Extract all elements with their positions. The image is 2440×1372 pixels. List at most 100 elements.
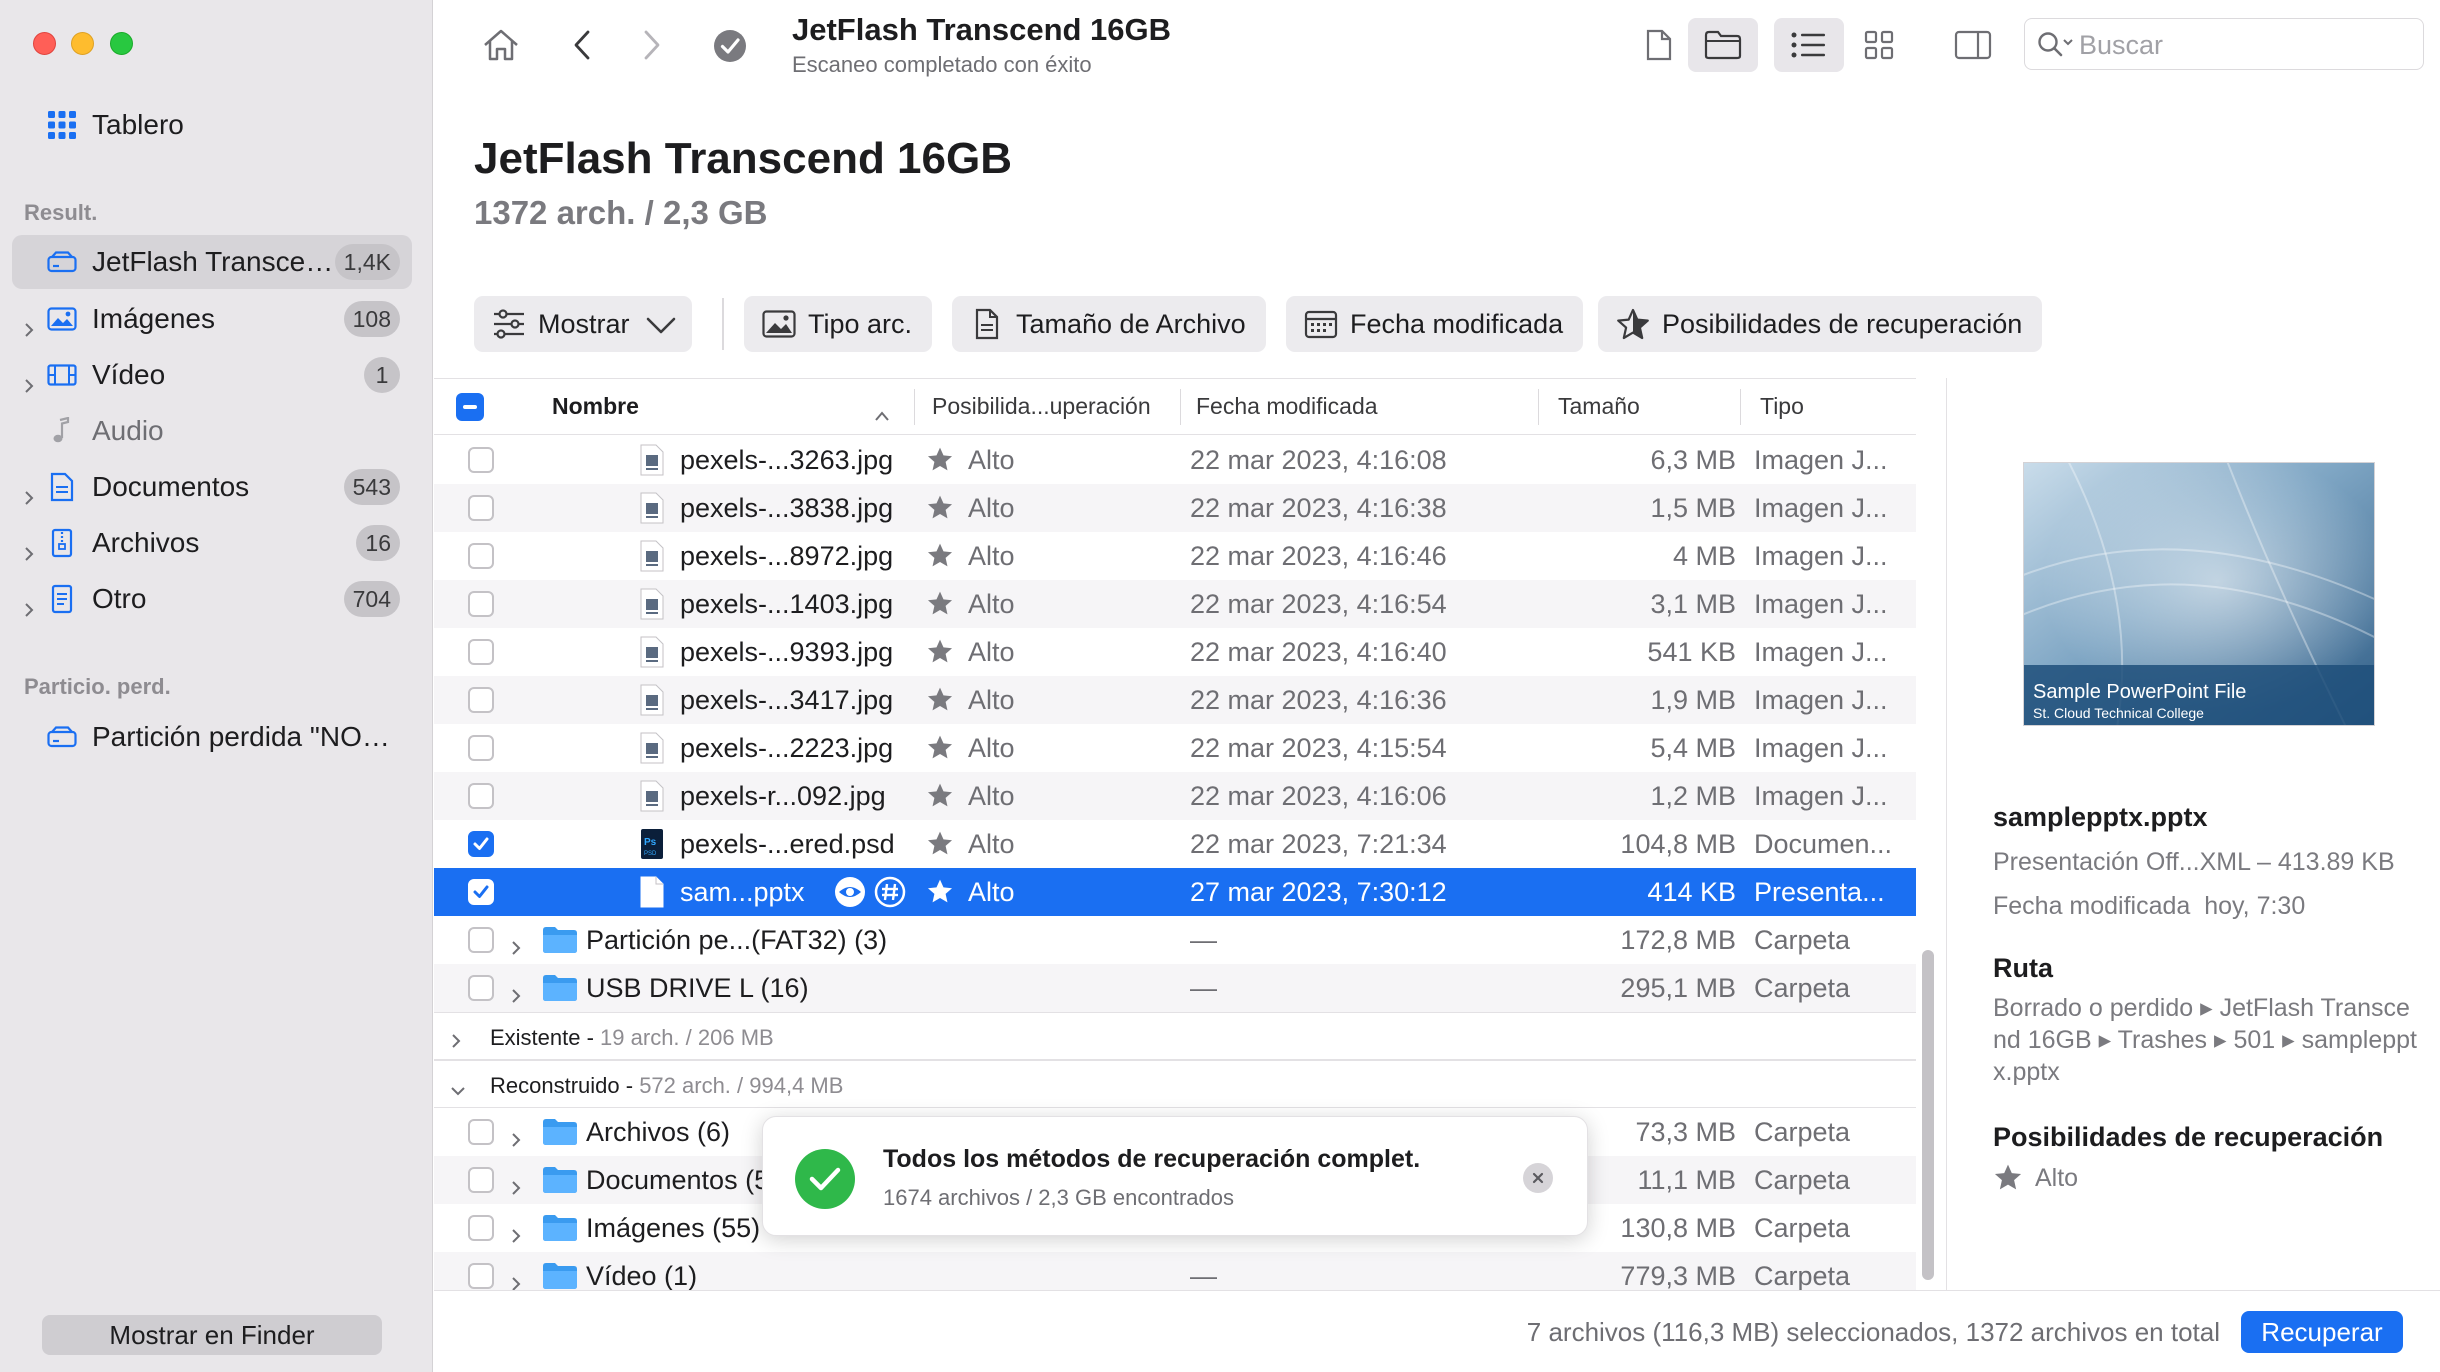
archive-icon bbox=[46, 527, 78, 559]
group-row[interactable]: Existente - 19 arch. / 206 MB bbox=[434, 1012, 1916, 1060]
modified-date: 22 mar 2023, 7:21:34 bbox=[1190, 829, 1447, 859]
row-checkbox[interactable] bbox=[468, 975, 494, 1001]
modified-date: 22 mar 2023, 4:16:54 bbox=[1190, 589, 1447, 619]
search-field[interactable] bbox=[2024, 18, 2424, 70]
table-row[interactable]: pexels-...3838.jpg Alto 22 mar 2023, 4:16:… bbox=[434, 484, 1916, 532]
chevron-right-icon[interactable] bbox=[510, 1220, 522, 1251]
row-checkbox[interactable] bbox=[468, 495, 494, 521]
eye-icon[interactable] bbox=[834, 876, 866, 915]
row-checkbox[interactable] bbox=[468, 1263, 494, 1289]
row-checkbox[interactable] bbox=[468, 831, 494, 857]
hash-icon[interactable] bbox=[874, 876, 906, 915]
table-row[interactable]: pexels-...8972.jpg Alto 22 mar 2023, 4:16:… bbox=[434, 532, 1916, 580]
column-divider bbox=[914, 389, 915, 425]
file-view-icon[interactable] bbox=[1634, 22, 1684, 68]
recover-button[interactable]: Recuperar bbox=[2241, 1311, 2403, 1353]
folder-view-icon[interactable] bbox=[1688, 18, 1758, 72]
sidebar-item-lost-partition[interactable]: Partición perdida "NO NAME" bbox=[12, 710, 412, 764]
row-checkbox[interactable] bbox=[468, 543, 494, 569]
row-checkbox[interactable] bbox=[468, 735, 494, 761]
table-row[interactable]: pexels-...2223.jpg Alto 22 mar 2023, 4:15:… bbox=[434, 724, 1916, 772]
sidebar-item-dashboard[interactable]: Tablero bbox=[12, 98, 412, 152]
chevron-down-icon[interactable] bbox=[450, 1077, 466, 1103]
row-checkbox[interactable] bbox=[468, 1119, 494, 1145]
forward-icon[interactable] bbox=[632, 24, 672, 66]
sidebar-item-label: JetFlash Transcend 16GB bbox=[92, 246, 342, 277]
row-checkbox[interactable] bbox=[468, 783, 494, 809]
column-header-date[interactable]: Fecha modificada bbox=[1196, 393, 1378, 420]
row-checkbox[interactable] bbox=[468, 1167, 494, 1193]
selection-status-text: 7 archivos (116,3 MB) seleccionados, 137… bbox=[1526, 1317, 2220, 1347]
row-checkbox[interactable] bbox=[468, 879, 494, 905]
column-header-recovery[interactable]: Posibilida...uperación bbox=[932, 393, 1151, 420]
sort-ascending-icon[interactable] bbox=[874, 401, 890, 428]
column-header-type[interactable]: Tipo bbox=[1760, 393, 1804, 420]
column-header-name[interactable]: Nombre bbox=[552, 393, 639, 420]
row-checkbox[interactable] bbox=[468, 927, 494, 953]
date-modified-filter-button[interactable]: Fecha modificada bbox=[1286, 296, 1584, 352]
close-window-button[interactable] bbox=[33, 32, 56, 55]
sidebar-item-documents[interactable]: Documentos 543 bbox=[12, 460, 412, 514]
select-all-checkbox[interactable] bbox=[456, 393, 484, 421]
zoom-window-button[interactable] bbox=[110, 32, 133, 55]
jpg-file-icon bbox=[640, 780, 664, 812]
row-checkbox[interactable] bbox=[468, 591, 494, 617]
group-row[interactable]: Reconstruido - 572 arch. / 994,4 MB bbox=[434, 1060, 1916, 1108]
sidebar-item-images[interactable]: Imágenes 108 bbox=[12, 292, 412, 346]
chevron-right-icon[interactable] bbox=[450, 1029, 462, 1055]
count-badge: 16 bbox=[356, 525, 400, 561]
chevron-right-icon[interactable] bbox=[510, 1124, 522, 1155]
table-row[interactable]: sam...pptx Alto 27 mar 2023, 7:30:12 414 KB… bbox=[434, 868, 1916, 916]
table-row[interactable]: pexels-...3263.jpg Alto 22 mar 2023, 4:16:… bbox=[434, 436, 1916, 484]
chevron-right-icon[interactable] bbox=[22, 536, 36, 561]
file-size: 5,4 MB bbox=[1650, 733, 1736, 763]
sidebar-item-video[interactable]: Vídeo 1 bbox=[12, 348, 412, 402]
file-thumbnail[interactable]: Sample PowerPoint File St. Cloud Technic… bbox=[2023, 462, 2375, 726]
sidebar-item-drive[interactable]: JetFlash Transcend 16GB 1,4K bbox=[12, 235, 412, 289]
folder-row[interactable]: Partición pe...(FAT32) (3) — 172,8 MB Carpe… bbox=[434, 916, 1916, 964]
preview-panel-icon[interactable] bbox=[1942, 18, 2004, 72]
show-filter-button[interactable]: Mostrar bbox=[474, 296, 692, 352]
table-row[interactable]: pexels-...3417.jpg Alto 22 mar 2023, 4:16:… bbox=[434, 676, 1916, 724]
star-icon bbox=[926, 590, 954, 623]
sidebar-item-archives[interactable]: Archivos 16 bbox=[12, 516, 412, 570]
sidebar-item-other[interactable]: Otro 704 bbox=[12, 572, 412, 626]
chevron-right-icon[interactable] bbox=[22, 312, 36, 337]
chevron-right-icon[interactable] bbox=[510, 932, 522, 963]
minimize-window-button[interactable] bbox=[71, 32, 94, 55]
sidebar-item-audio[interactable]: Audio bbox=[12, 404, 412, 458]
table-row[interactable]: pexels-...1403.jpg Alto 22 mar 2023, 4:16:… bbox=[434, 580, 1916, 628]
table-row[interactable]: pexels-...9393.jpg Alto 22 mar 2023, 4:16:… bbox=[434, 628, 1916, 676]
close-icon[interactable] bbox=[1523, 1163, 1553, 1193]
chevron-right-icon[interactable] bbox=[510, 980, 522, 1011]
chevron-right-icon[interactable] bbox=[510, 1172, 522, 1203]
row-checkbox[interactable] bbox=[468, 1215, 494, 1241]
home-icon[interactable] bbox=[478, 22, 524, 68]
grid-view-icon[interactable] bbox=[1848, 18, 1910, 72]
sidebar-item-label: Documentos bbox=[92, 471, 250, 502]
file-type-filter-button[interactable]: Tipo arc. bbox=[744, 296, 933, 352]
chevron-right-icon[interactable] bbox=[22, 592, 36, 617]
back-icon[interactable] bbox=[562, 24, 602, 66]
row-checkbox[interactable] bbox=[468, 639, 494, 665]
folder-row[interactable]: Vídeo (1) — 779,3 MB Carpeta bbox=[434, 1252, 1916, 1290]
table-scrollbar[interactable] bbox=[1922, 950, 1934, 1280]
folder-row[interactable]: USB DRIVE L (16) — 295,1 MB Carpeta bbox=[434, 964, 1916, 1012]
show-in-finder-button[interactable]: Mostrar en Finder bbox=[42, 1315, 382, 1355]
file-size-filter-button[interactable]: Tamaño de Archivo bbox=[952, 296, 1266, 352]
chevron-right-icon[interactable] bbox=[22, 480, 36, 505]
table-row[interactable]: Ps PSD pexels-...ered.psd Alto 22 mar 2023, … bbox=[434, 820, 1916, 868]
table-row[interactable]: pexels-r...092.jpg Alto 22 mar 2023, 4:16:… bbox=[434, 772, 1916, 820]
file-size: 1,5 MB bbox=[1650, 493, 1736, 523]
row-checkbox[interactable] bbox=[468, 687, 494, 713]
list-view-icon[interactable] bbox=[1774, 18, 1844, 72]
search-input[interactable] bbox=[2079, 27, 2409, 63]
recovery-chances-filter-button[interactable]: Posibilidades de recuperación bbox=[1598, 296, 2043, 352]
file-name: pexels-...2223.jpg bbox=[680, 733, 894, 763]
column-header-size[interactable]: Tamaño bbox=[1558, 393, 1640, 420]
chevron-right-icon[interactable] bbox=[22, 368, 36, 393]
jpg-file-icon bbox=[640, 540, 664, 572]
chevron-right-icon[interactable] bbox=[510, 1268, 522, 1290]
sidebar-item-label: Imágenes bbox=[92, 303, 215, 334]
row-checkbox[interactable] bbox=[468, 447, 494, 473]
